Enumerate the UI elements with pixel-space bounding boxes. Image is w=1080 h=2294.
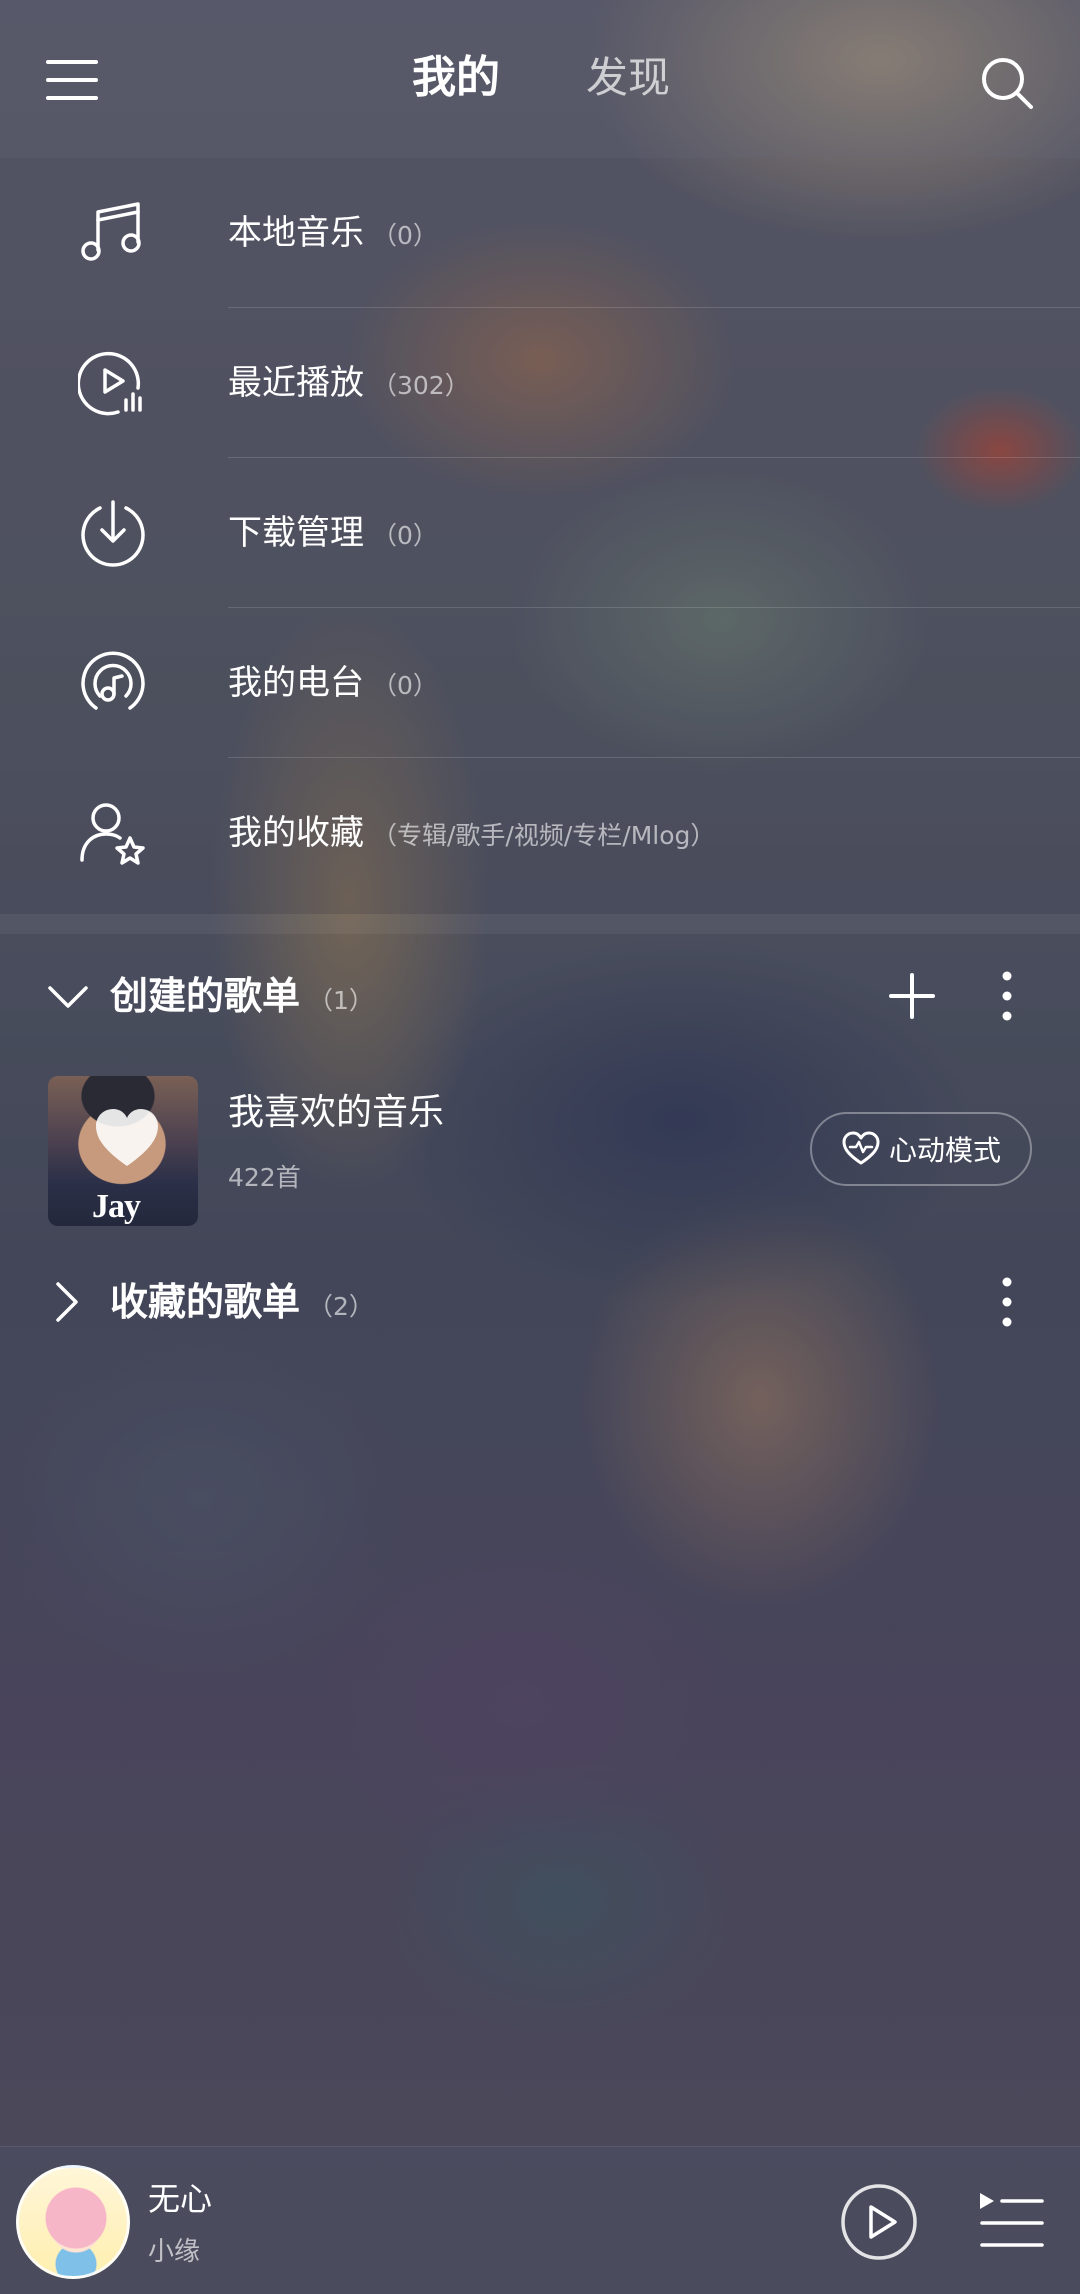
song-artist: 小缘	[148, 2237, 201, 2267]
menu-item-download[interactable]: 下载管理 （0）	[0, 458, 1080, 608]
playlist-cover: Jay	[48, 1076, 198, 1226]
mini-player[interactable]: 无心 小缘	[0, 2146, 1080, 2294]
play-icon[interactable]	[840, 2183, 918, 2261]
more-options-icon[interactable]	[990, 970, 1024, 1022]
heart-icon	[94, 1106, 160, 1172]
more-options-icon[interactable]	[990, 1276, 1024, 1328]
section-count: （1）	[308, 986, 374, 1015]
menu-label: 下载管理	[228, 513, 364, 553]
cover-text: Jay	[92, 1188, 141, 1225]
menu-label: 我的收藏	[228, 813, 364, 853]
user-star-icon	[78, 798, 148, 868]
menu-count: （0）	[372, 671, 438, 700]
section-count: （2）	[308, 1292, 374, 1321]
radio-icon	[78, 648, 148, 718]
menu-label: 本地音乐	[228, 213, 364, 253]
menu-count: （0）	[372, 521, 438, 550]
menu-item-recent-play[interactable]: 最近播放 （302）	[0, 308, 1080, 458]
tab-mine[interactable]: 我的	[412, 48, 500, 108]
menu-item-radio[interactable]: 我的电台 （0）	[0, 608, 1080, 758]
search-icon[interactable]	[980, 56, 1034, 110]
add-playlist-icon[interactable]	[888, 972, 936, 1020]
chevron-down-icon[interactable]	[46, 974, 90, 1018]
section-title: 创建的歌单	[110, 974, 301, 1018]
menu-count: （专辑/歌手/视频/专栏/Mlog）	[372, 821, 716, 850]
heartbeat-mode-label: 心动模式	[888, 1134, 1001, 1167]
section-divider	[0, 914, 1080, 934]
heartbeat-icon	[842, 1131, 880, 1165]
download-icon	[78, 498, 148, 568]
menu-label: 最近播放	[228, 363, 364, 403]
recent-play-icon	[78, 348, 148, 418]
playlist-queue-icon[interactable]	[978, 2191, 1044, 2253]
heartbeat-mode-button[interactable]: 心动模式	[810, 1112, 1032, 1186]
playlist-track-count: 422首	[228, 1163, 301, 1192]
hamburger-menu-icon[interactable]	[46, 58, 100, 102]
album-art[interactable]	[16, 2165, 130, 2279]
menu-count: （302）	[372, 371, 470, 400]
created-playlists-header[interactable]: 创建的歌单 （1）	[0, 956, 1080, 1036]
tab-discover[interactable]: 发现	[586, 48, 670, 108]
menu-item-local-music[interactable]: 本地音乐 （0）	[0, 158, 1080, 308]
top-bar: 我的 发现	[0, 0, 1080, 158]
menu-label: 我的电台	[228, 663, 364, 703]
playlist-item-liked[interactable]: Jay 我喜欢的音乐 422首 心动模式	[0, 1072, 1080, 1226]
playlist-name: 我喜欢的音乐	[228, 1092, 445, 1133]
menu-item-favorites[interactable]: 我的收藏 （专辑/歌手/视频/专栏/Mlog）	[0, 758, 1080, 908]
music-note-icon	[78, 198, 148, 268]
menu-count: （0）	[372, 221, 438, 250]
chevron-right-icon[interactable]	[46, 1280, 90, 1324]
collected-playlists-header[interactable]: 收藏的歌单 （2）	[0, 1262, 1080, 1342]
song-title: 无心	[148, 2180, 213, 2218]
section-title: 收藏的歌单	[110, 1280, 301, 1324]
my-music-menu: 本地音乐 （0） 最近播放 （302） 下载管理 （0） 我的电台 （0） 我的…	[0, 158, 1080, 914]
